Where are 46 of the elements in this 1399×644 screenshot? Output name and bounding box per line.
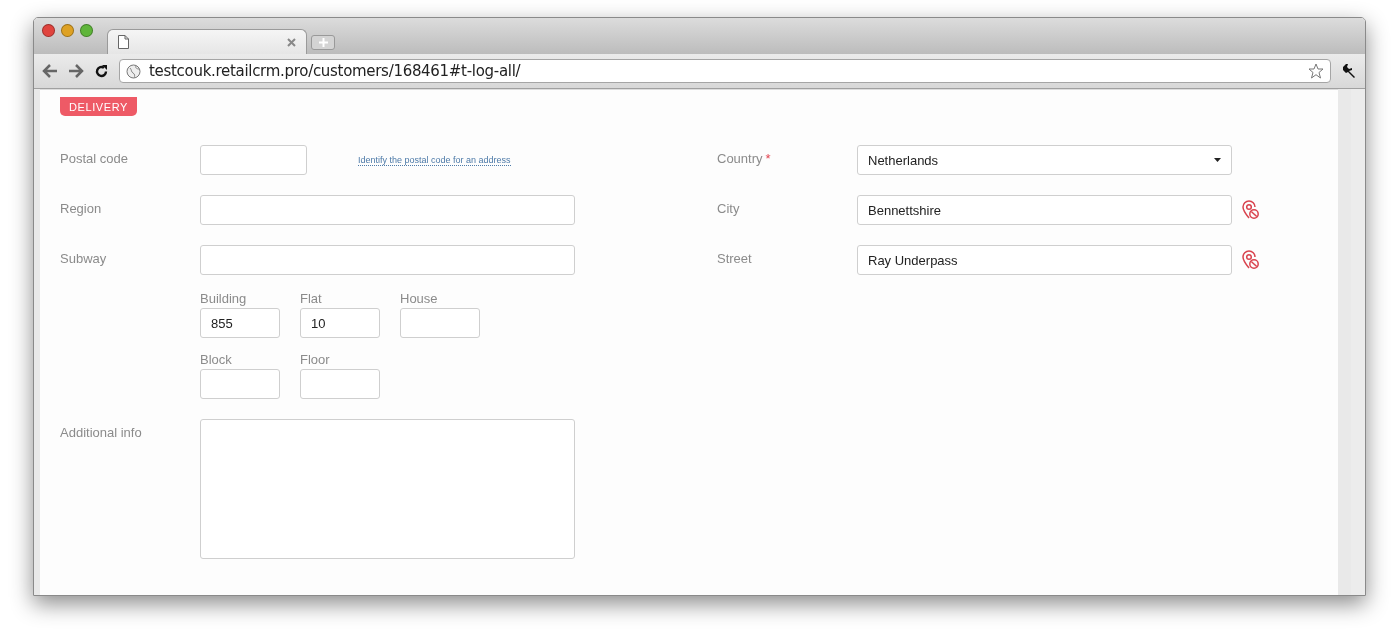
minimize-window-icon[interactable] [61,24,74,37]
field-label: Additional info [60,424,143,440]
field-label: House [400,291,439,306]
plus-icon [318,38,328,47]
field-label: Country * [717,150,772,166]
country-select[interactable]: Netherlands [857,145,1232,175]
text-field[interactable] [200,245,575,275]
forward-icon[interactable] [68,64,84,78]
close-window-icon[interactable] [42,24,55,37]
field-label: Floor [300,352,331,367]
dropdown-caret-icon [1214,158,1221,162]
url-text: testcouk.retailcrm.pro/customers/168461#t-log-all/ [149,62,522,80]
text-field[interactable] [300,369,380,399]
text-field[interactable]: Bennettshire [857,195,1232,225]
field-label: Flat [300,291,323,306]
field-label: Postal code [60,150,129,166]
star-icon[interactable] [1308,63,1324,79]
text-field[interactable]: 855 [200,308,280,338]
location-pin-icon[interactable] [1241,200,1260,220]
wrench-icon[interactable] [1341,63,1357,79]
field-label: Region [60,200,103,216]
location-pin-icon[interactable] [1241,250,1260,270]
field-label: Street [717,250,753,266]
text-field[interactable] [200,195,575,225]
section-badge: DELIVERY [60,97,137,116]
field-label: Building [200,291,248,306]
additional-info-field[interactable] [200,419,575,559]
browser-tab[interactable] [107,29,307,54]
field-label: City [717,200,741,216]
identify-postal-code-link[interactable]: Identify the postal code for an address [358,155,511,166]
required-mark: * [765,151,771,166]
page-icon [118,35,129,49]
address-bar[interactable]: testcouk.retailcrm.pro/customers/168461#t-log-all/ [119,59,1331,83]
back-icon[interactable] [42,64,58,78]
field-label: Subway [60,250,108,266]
text-field[interactable] [400,308,480,338]
field-label: Block [200,352,233,367]
close-tab-icon[interactable] [287,37,296,47]
postal-code-field[interactable] [200,145,307,175]
text-field[interactable] [200,369,280,399]
zoom-window-icon[interactable] [80,24,93,37]
text-field[interactable]: 10 [300,308,380,338]
new-tab-button[interactable] [311,35,335,50]
globe-icon [126,63,141,79]
text-field[interactable]: Ray Underpass [857,245,1232,275]
reload-icon[interactable] [94,63,109,79]
